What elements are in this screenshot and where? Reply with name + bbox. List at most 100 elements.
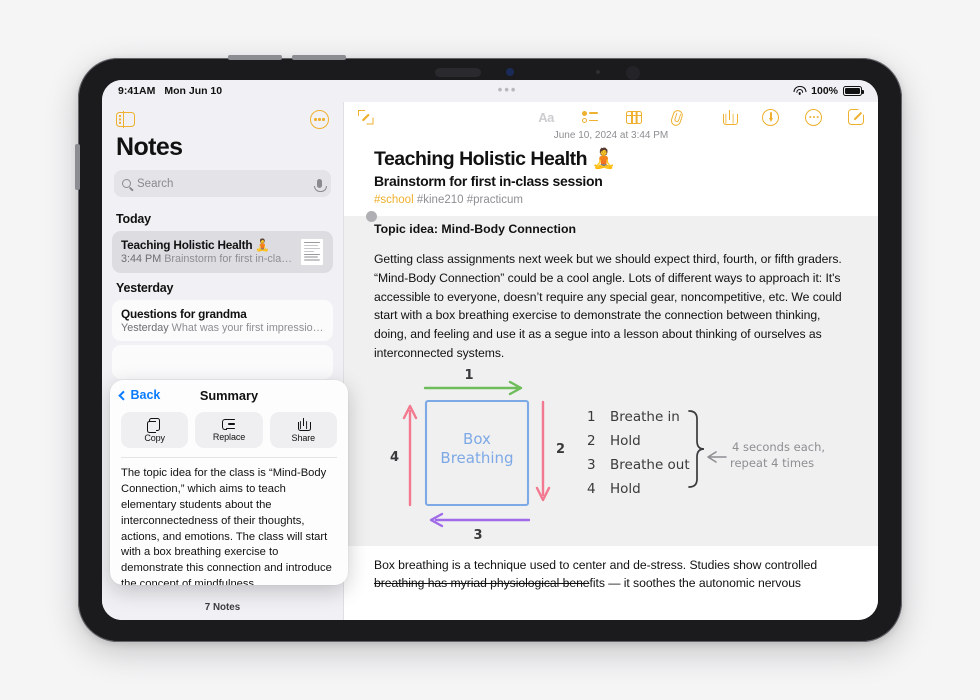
page-title: Notes — [116, 133, 183, 161]
note-time: 3:44 PM — [121, 253, 162, 265]
after-line-2-tail: fits — it soothes the autonomic nervous — [589, 576, 802, 591]
list-item[interactable]: Teaching Holistic Health 🧘 3:44 PM Brain… — [112, 231, 333, 273]
note-preview: What was your first impression… — [171, 322, 324, 334]
volume-down-button[interactable] — [292, 55, 346, 60]
markup-pen-icon[interactable] — [762, 108, 779, 126]
checklist-icon[interactable] — [581, 110, 598, 123]
device-screen: 9:41AM Mon Jun 10 ••• 100% Notes Search … — [102, 80, 878, 620]
front-camera — [506, 68, 514, 76]
svg-text:Hold: Hold — [610, 481, 641, 497]
svg-text:3: 3 — [473, 528, 482, 541]
sidebar-toggle-icon[interactable] — [116, 111, 135, 128]
split-view: Notes Search Today Teaching Holistic Hea… — [102, 102, 878, 620]
replace-icon — [222, 418, 236, 430]
note-toolbar: Aa — [344, 102, 878, 132]
svg-text:repeat 4 times: repeat 4 times — [730, 456, 814, 470]
status-bar: 9:41AM Mon Jun 10 ••• 100% — [102, 80, 878, 102]
search-icon — [122, 179, 131, 188]
selection-handle[interactable] — [366, 211, 377, 222]
screenshot-stage: 9:41AM Mon Jun 10 ••• 100% Notes Search … — [0, 0, 980, 700]
svg-text:Breathe out: Breathe out — [610, 457, 690, 473]
status-date: Mon Jun 10 — [164, 85, 223, 97]
wifi-icon — [793, 86, 807, 96]
summary-header: Back Summary — [110, 380, 348, 406]
sensor-dot — [596, 70, 600, 74]
sketch-svg: Box Breathing 1 2 3 4 1 Breathe in 2 Hol… — [390, 368, 825, 543]
share-label: Share — [291, 432, 316, 443]
ambient-sensor — [626, 66, 640, 80]
note-subtitle: Yesterday What was your first impression… — [121, 322, 324, 334]
back-button[interactable]: Back — [118, 388, 161, 402]
attachment-paperclip-icon[interactable] — [668, 108, 686, 127]
sidebar-more-circle-icon[interactable] — [310, 110, 329, 129]
battery-full-icon — [843, 86, 864, 96]
svg-text:2: 2 — [587, 433, 596, 449]
svg-text:2: 2 — [556, 442, 565, 457]
share-button[interactable]: Share — [269, 412, 337, 448]
power-button[interactable] — [75, 144, 80, 190]
share-icon — [297, 417, 311, 431]
note-paragraph-after: Box breathing is a technique used to cen… — [374, 546, 848, 594]
replace-label: Replace — [212, 431, 246, 442]
svg-text:3: 3 — [587, 457, 596, 473]
list-item[interactable]: Questions for grandma Yesterday What was… — [112, 300, 333, 341]
svg-text:Hold: Hold — [610, 433, 641, 449]
table-icon[interactable] — [625, 110, 642, 124]
note-heading: Teaching Holistic Health 🧘 — [374, 148, 616, 170]
section-header-today: Today — [116, 212, 151, 226]
note-subheading: Brainstorm for first in-class session — [374, 173, 603, 189]
more-circle-icon[interactable] — [805, 108, 822, 126]
note-subtitle: 3:44 PM Brainstorm for first in-cla… — [121, 253, 294, 265]
microphone-icon[interactable] — [314, 179, 326, 193]
battery-percent-label: 100% — [811, 85, 838, 97]
tablet-device-frame: 9:41AM Mon Jun 10 ••• 100% Notes Search … — [75, 55, 902, 642]
multitasking-handle[interactable]: ••• — [498, 83, 518, 96]
svg-text:Breathe in: Breathe in — [610, 409, 680, 425]
after-line-1: Box breathing is a technique used to cen… — [374, 557, 818, 572]
speaker-grille — [435, 68, 481, 77]
box-breathing-sketch[interactable]: Box Breathing 1 2 3 4 1 Breathe in 2 Hol… — [374, 368, 848, 546]
expand-diagonal-icon[interactable] — [358, 109, 373, 125]
chevron-left-icon — [118, 390, 128, 400]
format-aa-icon[interactable]: Aa — [538, 110, 554, 125]
svg-text:Box: Box — [463, 430, 491, 448]
volume-up-button[interactable] — [228, 55, 282, 60]
note-tags: #school #kine210 #practicum — [374, 194, 848, 206]
svg-text:Breathing: Breathing — [440, 449, 513, 467]
svg-text:4 seconds each,: 4 seconds each, — [732, 440, 825, 454]
note-body-scroll[interactable]: Teaching Holistic Health 🧘 Brainstorm fo… — [344, 147, 878, 620]
list-item[interactable] — [112, 345, 333, 379]
search-input[interactable]: Search — [114, 170, 331, 197]
sidebar-toolbar — [102, 102, 343, 131]
selected-text-region[interactable]: Topic idea: Mind-Body Connection Getting… — [344, 211, 878, 546]
tag-school[interactable]: #school — [374, 194, 414, 206]
share-icon[interactable] — [723, 109, 738, 125]
topic-heading: Topic idea: Mind-Body Connection — [374, 222, 576, 236]
svg-text:4: 4 — [587, 481, 596, 497]
section-header-yesterday: Yesterday — [116, 281, 174, 295]
note-paragraph: Getting class assignments next week but … — [374, 252, 842, 360]
note-time: Yesterday — [121, 322, 169, 334]
after-strikethrough: breathing has myriad physiological bene — [374, 576, 590, 591]
copy-icon — [146, 417, 161, 434]
copy-button[interactable]: Copy — [121, 412, 189, 448]
notes-sidebar: Notes Search Today Teaching Holistic Hea… — [102, 102, 348, 620]
status-time: 9:41AM — [118, 85, 156, 97]
svg-text:4: 4 — [390, 450, 399, 465]
svg-text:1: 1 — [464, 369, 473, 383]
summary-actions: Copy Replace Share — [110, 406, 348, 457]
note-title: Questions for grandma — [121, 307, 247, 321]
tag-rest[interactable]: #kine210 #practicum — [417, 194, 523, 206]
svg-text:1: 1 — [587, 409, 596, 425]
search-placeholder: Search — [137, 177, 174, 190]
notes-count-footer: 7 Notes — [102, 594, 343, 620]
compose-icon[interactable] — [848, 109, 864, 125]
copy-label: Copy — [144, 432, 165, 443]
summary-popover: Back Summary Copy Replace Share The topi… — [110, 380, 348, 585]
summary-text: The topic idea for the class is “Mind-Bo… — [121, 466, 332, 585]
note-preview: Brainstorm for first in-cla… — [164, 253, 293, 265]
note-detail-pane: Aa June 10, 2024 at 3:44 PM Teaching Hol… — [344, 102, 878, 620]
note-title: Teaching Holistic Health 🧘 — [121, 238, 270, 252]
replace-button[interactable]: Replace — [195, 412, 263, 448]
back-label: Back — [130, 388, 161, 402]
